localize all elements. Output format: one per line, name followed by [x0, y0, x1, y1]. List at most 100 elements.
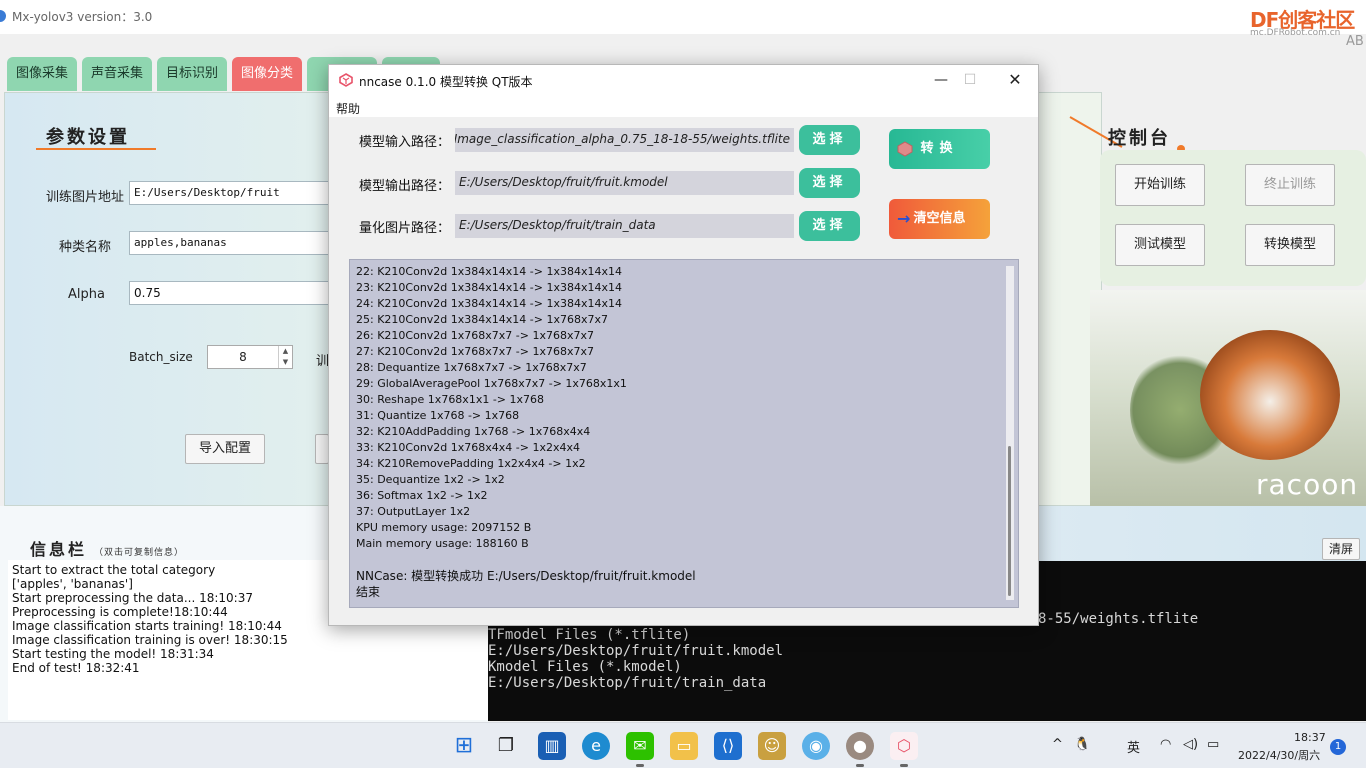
import-config-button[interactable]: 导入配置: [185, 434, 265, 464]
convert-button[interactable]: 转换: [889, 129, 990, 169]
brand-logo: DF创客社区 mc.DFRobot.com.cn: [1250, 8, 1355, 38]
taskbar: ⊞ ❐ ▥ e ✉ ▭ ⟨⟩ ☺ ◉ ● ⬡ ^ 🐧 英 ◠ ◁) ▭ 18:3…: [0, 722, 1366, 768]
clock-date[interactable]: 2022/4/30/周六: [1238, 747, 1320, 763]
spin-arrows-icon[interactable]: ▲ ▼: [278, 346, 292, 368]
app-titlebar: Mx-yolov3 version：3.0 DF创客社区 mc.DFRobot.c…: [0, 0, 1366, 38]
model-output-path[interactable]: E:/Users/Desktop/fruit/fruit.kmodel: [455, 171, 794, 195]
params-title: 参数设置: [46, 127, 130, 148]
model-output-label: 模型输出路径：: [359, 179, 451, 194]
clear-info-button[interactable]: → 清空信息: [889, 199, 990, 239]
select-input-button[interactable]: 选择: [799, 125, 860, 155]
qq-icon[interactable]: 🐧: [1074, 737, 1090, 752]
start-training-button[interactable]: 开始训练: [1115, 164, 1205, 206]
console-line: 8-55/weights.tflite: [1038, 611, 1199, 627]
wifi-icon[interactable]: ◠: [1160, 737, 1171, 752]
corner-label: AB: [1346, 34, 1364, 49]
log-line: 30: Reshape 1x768x1x1 -> 1x768: [356, 393, 545, 406]
clear-screen-button[interactable]: 清屏: [1322, 538, 1360, 560]
log-line: Image classification training is over! 1…: [12, 633, 288, 647]
alpha-label: Alpha: [68, 287, 105, 302]
scrollbar-thumb[interactable]: [1008, 446, 1011, 596]
batch-size-label: Batch_size: [129, 350, 193, 364]
tab-object-detection[interactable]: 目标识别: [157, 57, 227, 91]
export-config-button-partial[interactable]: [315, 434, 329, 464]
log-line: 32: K210AddPadding 1x768 -> 1x768x4x4: [356, 425, 591, 438]
maximize-icon[interactable]: ☐: [955, 69, 985, 91]
batch-size-spinbox[interactable]: 8 ▲ ▼: [207, 345, 293, 369]
app-title: Mx-yolov3 version：3.0: [12, 10, 153, 24]
dialog-menubar: 帮助: [329, 95, 1038, 117]
log-line: 35: Dequantize 1x2 -> 1x2: [356, 473, 505, 486]
batch-size-value: 8: [239, 350, 247, 364]
model-input-path[interactable]: E:/Users/Desktop/fruit/Image_classificat…: [455, 128, 794, 152]
classes-label: 种类名称: [59, 240, 112, 255]
windows-start-icon[interactable]: ⊞: [450, 732, 478, 760]
robot-app-icon[interactable]: ☺: [758, 732, 786, 760]
tab-image-capture[interactable]: 图像采集: [7, 57, 77, 91]
log-line: 29: GlobalAveragePool 1x768x7x7 -> 1x768…: [356, 377, 627, 390]
log-line: 26: K210Conv2d 1x768x7x7 -> 1x768x7x7: [356, 329, 594, 342]
notification-badge[interactable]: 1: [1330, 739, 1346, 755]
quant-images-label: 量化图片路径：: [359, 221, 451, 236]
close-icon[interactable]: ✕: [1000, 69, 1030, 91]
log-line: 36: Softmax 1x2 -> 1x2: [356, 489, 488, 502]
convert-model-button[interactable]: 转换模型: [1245, 224, 1335, 266]
nncase-dialog: nncase 0.1.0 模型转换 QT版本 — ☐ ✕ 帮助 模型输入路径： …: [328, 64, 1039, 626]
info-title: 信息栏: [30, 540, 88, 559]
log-line: 28: Dequantize 1x768x7x7 -> 1x768x7x7: [356, 361, 587, 374]
classes-input[interactable]: apples,bananas: [129, 231, 329, 255]
nncase-logo-icon: [897, 141, 913, 157]
widgets-icon[interactable]: ▥: [538, 732, 566, 760]
vscode-icon[interactable]: ⟨⟩: [714, 732, 742, 760]
select-output-button[interactable]: 选择: [799, 168, 860, 198]
model-input-label: 模型输入路径：: [359, 135, 451, 150]
log-line: 22: K210Conv2d 1x384x14x14 -> 1x384x14x1…: [356, 265, 622, 278]
tab-image-classification[interactable]: 图像分类: [232, 57, 302, 91]
browser-icon[interactable]: ◉: [802, 732, 830, 760]
ime-indicator[interactable]: 英: [1127, 737, 1140, 756]
log-line: 37: OutputLayer 1x2: [356, 505, 471, 518]
app-icon: [0, 10, 6, 22]
log-line: 25: K210Conv2d 1x384x14x14 -> 1x768x7x7: [356, 313, 608, 326]
arrow-right-icon: →: [897, 209, 911, 228]
console-line: E:/Users/Desktop/fruit/train_data: [488, 675, 767, 691]
console-line: Kmodel Files (*.kmodel): [488, 659, 682, 675]
speaker-icon[interactable]: ◁): [1183, 737, 1198, 752]
log-line: 24: K210Conv2d 1x384x14x14 -> 1x384x14x1…: [356, 297, 622, 310]
tab-sound-capture[interactable]: 声音采集: [82, 57, 152, 91]
clear-info-label: 清空信息: [913, 211, 966, 226]
file-explorer-icon[interactable]: ▭: [670, 732, 698, 760]
log-line: 33: K210Conv2d 1x768x4x4 -> 1x2x4x4: [356, 441, 581, 454]
train-dir-label: 训练图片地址: [46, 190, 125, 205]
wechat-icon[interactable]: ✉: [626, 732, 654, 767]
log-line: 27: K210Conv2d 1x768x7x7 -> 1x768x7x7: [356, 345, 594, 358]
menu-help[interactable]: 帮助: [336, 100, 360, 117]
log-line: 结束: [356, 585, 381, 599]
log-line: 23: K210Conv2d 1x384x14x14 -> 1x384x14x1…: [356, 281, 622, 294]
nncase-taskbar-icon[interactable]: ⬡: [890, 732, 918, 767]
edge-browser-icon[interactable]: e: [582, 732, 610, 760]
test-model-button[interactable]: 测试模型: [1115, 224, 1205, 266]
battery-icon[interactable]: ▭: [1207, 737, 1219, 752]
console-line: E:/Users/Desktop/fruit/fruit.kmodel: [488, 643, 784, 659]
dialog-titlebar: nncase 0.1.0 模型转换 QT版本 — ☐ ✕: [329, 65, 1038, 95]
log-line: Start testing the model! 18:31:34: [12, 647, 214, 661]
log-line: 34: K210RemovePadding 1x2x4x4 -> 1x2: [356, 457, 586, 470]
alpha-select[interactable]: 0.75: [129, 281, 329, 305]
stop-training-button[interactable]: 终止训练: [1245, 164, 1335, 206]
minimize-icon[interactable]: —: [926, 69, 956, 91]
clock-time[interactable]: 18:37: [1294, 731, 1326, 744]
chevron-up-icon[interactable]: ^: [1052, 737, 1063, 752]
task-view-icon[interactable]: ❐: [492, 732, 520, 760]
select-quant-button[interactable]: 选择: [799, 211, 860, 241]
quant-images-path[interactable]: E:/Users/Desktop/fruit/train_data: [455, 214, 794, 238]
log-scrollbar[interactable]: [1006, 266, 1014, 600]
avatar-app-icon[interactable]: ●: [846, 732, 874, 767]
train-dir-input[interactable]: E:/Users/Desktop/fruit: [129, 181, 329, 205]
log-line: NNCase: 模型转换成功 E:/Users/Desktop/fruit/fr…: [356, 569, 696, 583]
nncase-logo-icon: [339, 73, 353, 87]
conversion-log[interactable]: 22: K210Conv2d 1x384x14x14 -> 1x384x14x1…: [349, 259, 1019, 608]
console-line: TFmodel Files (*.tflite): [488, 627, 691, 643]
control-title: 控制台: [1108, 128, 1171, 149]
